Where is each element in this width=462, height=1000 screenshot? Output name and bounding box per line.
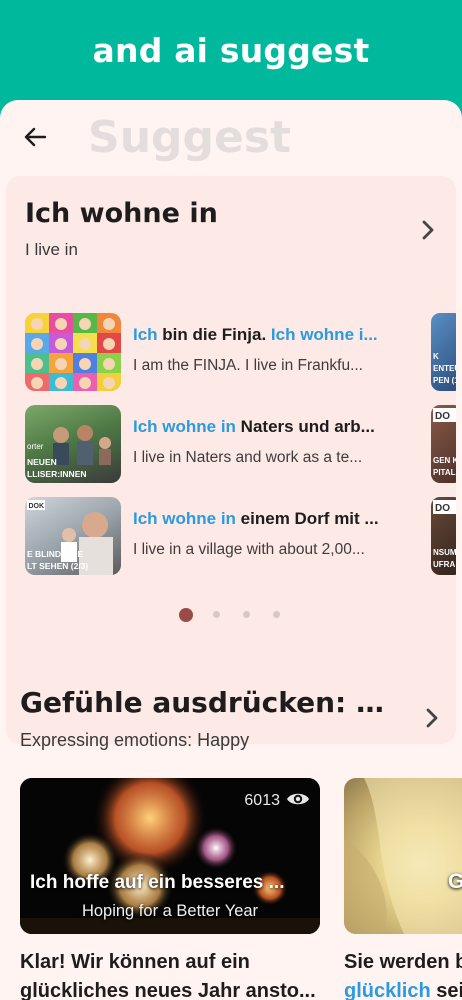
- svg-text:DO: DO: [435, 503, 450, 514]
- svg-text:GEN K: GEN K: [433, 456, 456, 465]
- svg-text:DOK: DOK: [29, 503, 45, 510]
- svg-text:NSUM: NSUM: [433, 548, 456, 557]
- chevron-right-icon[interactable]: [416, 218, 440, 242]
- list-item[interactable]: Ich bin die Finja. Ich wohne i... I am t…: [25, 313, 445, 391]
- video-card[interactable]: 6013 Ich hoffe auf ein besseres ... Hopi…: [20, 778, 320, 934]
- page-title: Suggest: [88, 112, 292, 163]
- chevron-right-icon[interactable]: [420, 706, 444, 730]
- video-thumbnail: [25, 313, 121, 391]
- page-dot[interactable]: [213, 611, 220, 618]
- video-thumbnail: DOK E BLINDE DIE LT SEHEN (2/3): [25, 497, 121, 575]
- video-thumbnail: orter NEUEN LLISER:INNEN: [25, 405, 121, 483]
- section-title: Gefühle ausdrücken: Glüc...: [20, 686, 400, 719]
- banner-title: and ai suggest: [92, 30, 370, 70]
- content-sheet: Suggest Ich wohne in I live in Ich bin d…: [0, 100, 462, 1000]
- video-caption: Sie werden bi glücklich sei: [344, 951, 462, 1000]
- video-caption: Klar! Wir können auf ein glückliches neu…: [20, 951, 316, 1000]
- svg-text:PITAL: PITAL: [433, 468, 456, 477]
- list-item-subtitle: I live in Naters and work as a te...: [133, 449, 363, 466]
- svg-text:NEUEN: NEUEN: [27, 457, 57, 467]
- video-title: Ich hoffe auf ein besseres ...: [30, 872, 285, 893]
- list-item-subtitle: I live in a village with about 2,00...: [133, 541, 365, 558]
- svg-text:ENTEU: ENTEU: [433, 364, 456, 373]
- svg-text:E BLINDE DIE: E BLINDE DIE: [27, 549, 84, 559]
- video-overlay-letter: G: [448, 870, 462, 893]
- list-item-subtitle: I am the FINJA. I live in Frankfu...: [133, 357, 363, 374]
- list-item-title: Ich bin die Finja. Ich wohne i...: [133, 325, 378, 344]
- suggestion-card[interactable]: Ich wohne in I live in Ich bin die Finja…: [6, 176, 456, 744]
- page-dot[interactable]: [243, 611, 250, 618]
- page-dot-active[interactable]: [179, 608, 193, 622]
- list-item[interactable]: orter NEUEN LLISER:INNEN Ich wohne in Na…: [25, 405, 445, 483]
- svg-text:LT SEHEN (2/3): LT SEHEN (2/3): [27, 561, 88, 571]
- view-count: 6013: [244, 792, 280, 809]
- svg-text:DO: DO: [435, 411, 450, 422]
- page-dot[interactable]: [273, 611, 280, 618]
- next-item-preview[interactable]: DO GEN K PITAL: [431, 405, 456, 483]
- svg-text:K: K: [433, 352, 439, 361]
- section-subtitle: Expressing emotions: Happy: [20, 730, 250, 750]
- eye-icon: [287, 793, 309, 805]
- top-banner: and ai suggest: [0, 0, 462, 100]
- back-arrow-icon: [24, 127, 46, 147]
- page-indicator: [6, 608, 456, 622]
- svg-text:PEN (1: PEN (1: [433, 376, 456, 385]
- svg-text:LLISER:INNEN: LLISER:INNEN: [27, 469, 87, 479]
- next-item-preview[interactable]: DO NSUM UFRA: [431, 497, 456, 575]
- video-subtitle: Hoping for a Better Year: [81, 902, 259, 920]
- next-item-preview[interactable]: K ENTEU PEN (1: [431, 313, 456, 391]
- list-item-title: Ich wohne in einem Dorf mit ...: [133, 509, 379, 528]
- suggestion-title: Ich wohne in: [25, 198, 218, 229]
- back-button[interactable]: [20, 122, 50, 152]
- svg-text:orter: orter: [27, 442, 44, 451]
- suggestion-subtitle: I live in: [25, 240, 78, 259]
- svg-text:UFRA: UFRA: [433, 560, 455, 569]
- video-card[interactable]: G: [344, 778, 462, 934]
- list-item[interactable]: DOK E BLINDE DIE LT SEHEN (2/3) Ich wohn…: [25, 497, 445, 575]
- list-item-title: Ich wohne in Naters und arb...: [133, 417, 375, 436]
